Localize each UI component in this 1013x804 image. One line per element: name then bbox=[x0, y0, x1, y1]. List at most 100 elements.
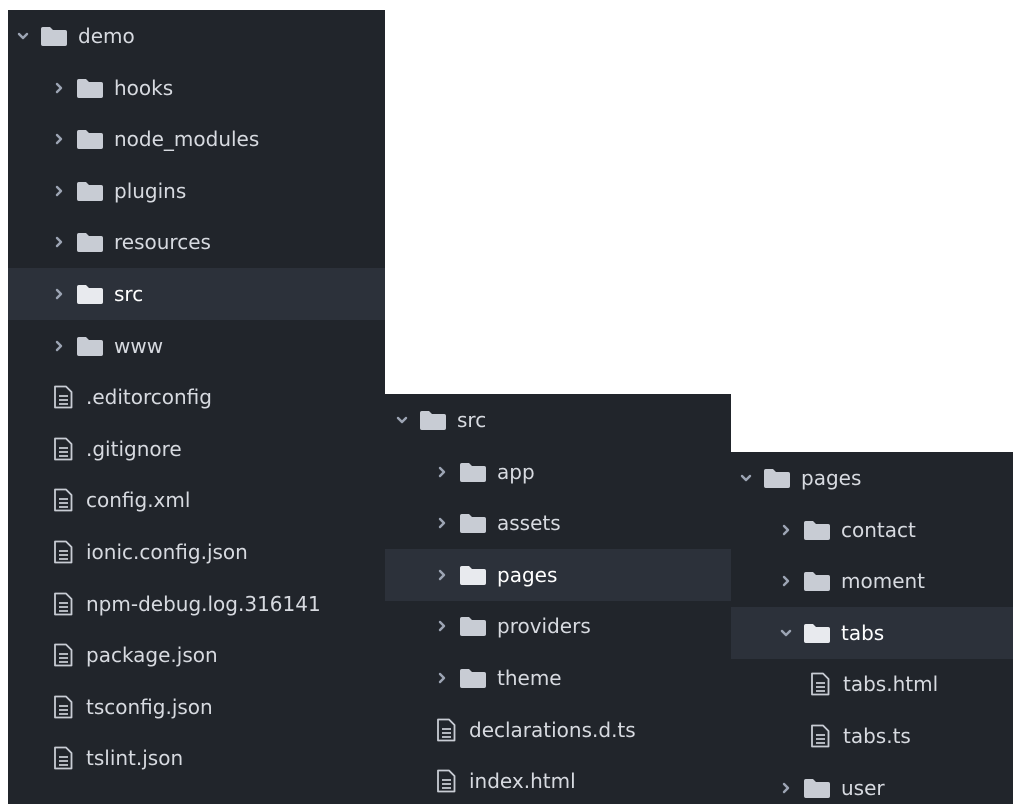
folder-icon bbox=[459, 512, 487, 534]
file-text-icon bbox=[52, 488, 74, 512]
file-text-icon bbox=[809, 724, 831, 748]
tree-item[interactable]: src bbox=[385, 394, 731, 446]
tree-item-label: app bbox=[497, 459, 535, 484]
tree-item-label: ionic.config.json bbox=[86, 540, 248, 564]
chevron-down-icon[interactable] bbox=[16, 29, 30, 43]
tree-item[interactable]: providers bbox=[385, 600, 731, 652]
chevron-right-icon[interactable] bbox=[435, 465, 449, 479]
folder-icon bbox=[76, 283, 104, 305]
tree-item[interactable]: ionic.config.json bbox=[8, 526, 385, 578]
tree-item[interactable]: package.json bbox=[8, 629, 385, 681]
tree-item[interactable]: src bbox=[8, 268, 385, 320]
chevron-right-icon[interactable] bbox=[779, 523, 793, 537]
file-text-icon bbox=[435, 718, 457, 742]
tree-item-label: .gitignore bbox=[86, 436, 182, 461]
chevron-right-icon[interactable] bbox=[779, 574, 793, 588]
tree-item[interactable]: hooks bbox=[8, 62, 385, 114]
chevron-right-icon[interactable] bbox=[435, 619, 449, 633]
tree-item-label: tslint.json bbox=[86, 746, 184, 771]
tree-item[interactable]: tsconfig.json bbox=[8, 681, 385, 733]
tree-item[interactable]: pages bbox=[385, 548, 731, 601]
tree-item[interactable]: node_modules bbox=[8, 113, 385, 165]
tree-item[interactable]: www bbox=[8, 320, 385, 372]
chevron-right-icon[interactable] bbox=[435, 671, 449, 685]
tree-item[interactable]: plugins bbox=[8, 165, 385, 217]
tree-item-label: plugins bbox=[114, 178, 187, 203]
tree-item-label: user bbox=[841, 775, 885, 800]
folder-icon bbox=[459, 615, 487, 637]
chevron-right-icon[interactable] bbox=[779, 781, 793, 795]
folder-icon bbox=[803, 777, 831, 799]
tree-item[interactable]: contact bbox=[731, 504, 1013, 556]
file-tree-panel-pages: pages contact moment tabs tabs.html tabs.ts us… bbox=[731, 452, 1013, 804]
tree-item[interactable]: theme bbox=[385, 652, 731, 704]
chevron-right-icon[interactable] bbox=[435, 516, 449, 530]
folder-icon bbox=[459, 461, 487, 483]
folder-icon bbox=[803, 622, 831, 644]
folder-icon bbox=[40, 25, 68, 47]
chevron-down-icon[interactable] bbox=[395, 413, 409, 427]
tree-item-label: tabs.html bbox=[843, 672, 939, 697]
folder-icon bbox=[419, 409, 447, 431]
tree-item-label: tsconfig.json bbox=[86, 694, 213, 719]
tree-item[interactable]: .editorconfig bbox=[8, 371, 385, 423]
tree-item[interactable]: tslint.json bbox=[8, 732, 385, 784]
file-text-icon bbox=[809, 672, 831, 696]
tree-item-label: declarations.d.ts bbox=[469, 717, 636, 742]
tree-item-label: theme bbox=[497, 666, 562, 690]
file-tree-panel-src: src app assets pages providers theme declarati… bbox=[385, 394, 731, 804]
folder-icon bbox=[76, 180, 104, 202]
tree-item-label: providers bbox=[497, 614, 591, 639]
chevron-right-icon[interactable] bbox=[52, 339, 66, 353]
tree-item[interactable]: declarations.d.ts bbox=[385, 704, 731, 756]
tree-item-label: src bbox=[457, 408, 487, 432]
chevron-right-icon[interactable] bbox=[52, 287, 66, 301]
tree-item[interactable]: index.html bbox=[385, 755, 731, 804]
folder-icon bbox=[76, 335, 104, 357]
tree-item[interactable]: npm-debug.log.316141 bbox=[8, 578, 385, 630]
tree-item-label: contact bbox=[841, 517, 916, 542]
chevron-right-icon[interactable] bbox=[52, 184, 66, 198]
tree-item-label: resources bbox=[114, 230, 211, 255]
tree-item[interactable]: .gitignore bbox=[8, 423, 385, 475]
tree-item-label: demo bbox=[78, 24, 135, 48]
tree-item-label: assets bbox=[497, 511, 561, 536]
tree-item-label: pages bbox=[801, 466, 862, 490]
chevron-right-icon[interactable] bbox=[435, 568, 449, 582]
file-text-icon bbox=[52, 592, 74, 616]
chevron-down-icon[interactable] bbox=[779, 626, 793, 640]
tree-item-label: tabs bbox=[841, 620, 885, 645]
chevron-right-icon[interactable] bbox=[52, 132, 66, 146]
file-text-icon bbox=[435, 769, 457, 793]
tree-item[interactable]: assets bbox=[385, 497, 731, 549]
tree-item-label: src bbox=[114, 282, 144, 306]
tree-item-label: package.json bbox=[86, 643, 218, 668]
chevron-down-icon[interactable] bbox=[739, 471, 753, 485]
tree-item-label: pages bbox=[497, 562, 558, 587]
tree-item-label: tabs.ts bbox=[843, 724, 911, 748]
tree-item[interactable]: tabs bbox=[731, 606, 1013, 659]
tree-item[interactable]: resources bbox=[8, 216, 385, 268]
folder-icon bbox=[803, 570, 831, 592]
tree-item[interactable]: tabs.html bbox=[731, 658, 1013, 710]
tree-item[interactable]: pages bbox=[731, 452, 1013, 504]
folder-icon bbox=[76, 77, 104, 99]
folder-icon bbox=[459, 667, 487, 689]
chevron-right-icon[interactable] bbox=[52, 235, 66, 249]
tree-item-label: index.html bbox=[469, 769, 576, 794]
tree-item[interactable]: tabs.ts bbox=[731, 710, 1013, 762]
tree-item-label: node_modules bbox=[114, 127, 260, 152]
tree-item[interactable]: demo bbox=[8, 10, 385, 62]
folder-icon bbox=[763, 467, 791, 489]
tree-item[interactable]: user bbox=[731, 762, 1013, 804]
tree-item[interactable]: config.xml bbox=[8, 474, 385, 526]
tree-item-label: config.xml bbox=[86, 488, 191, 513]
tree-item[interactable]: app bbox=[385, 446, 731, 498]
folder-icon bbox=[459, 564, 487, 586]
tree-item[interactable]: moment bbox=[731, 555, 1013, 607]
folder-icon bbox=[76, 231, 104, 253]
tree-item-label: npm-debug.log.316141 bbox=[86, 591, 321, 616]
folder-icon bbox=[803, 519, 831, 541]
chevron-right-icon[interactable] bbox=[52, 81, 66, 95]
file-text-icon bbox=[52, 643, 74, 667]
